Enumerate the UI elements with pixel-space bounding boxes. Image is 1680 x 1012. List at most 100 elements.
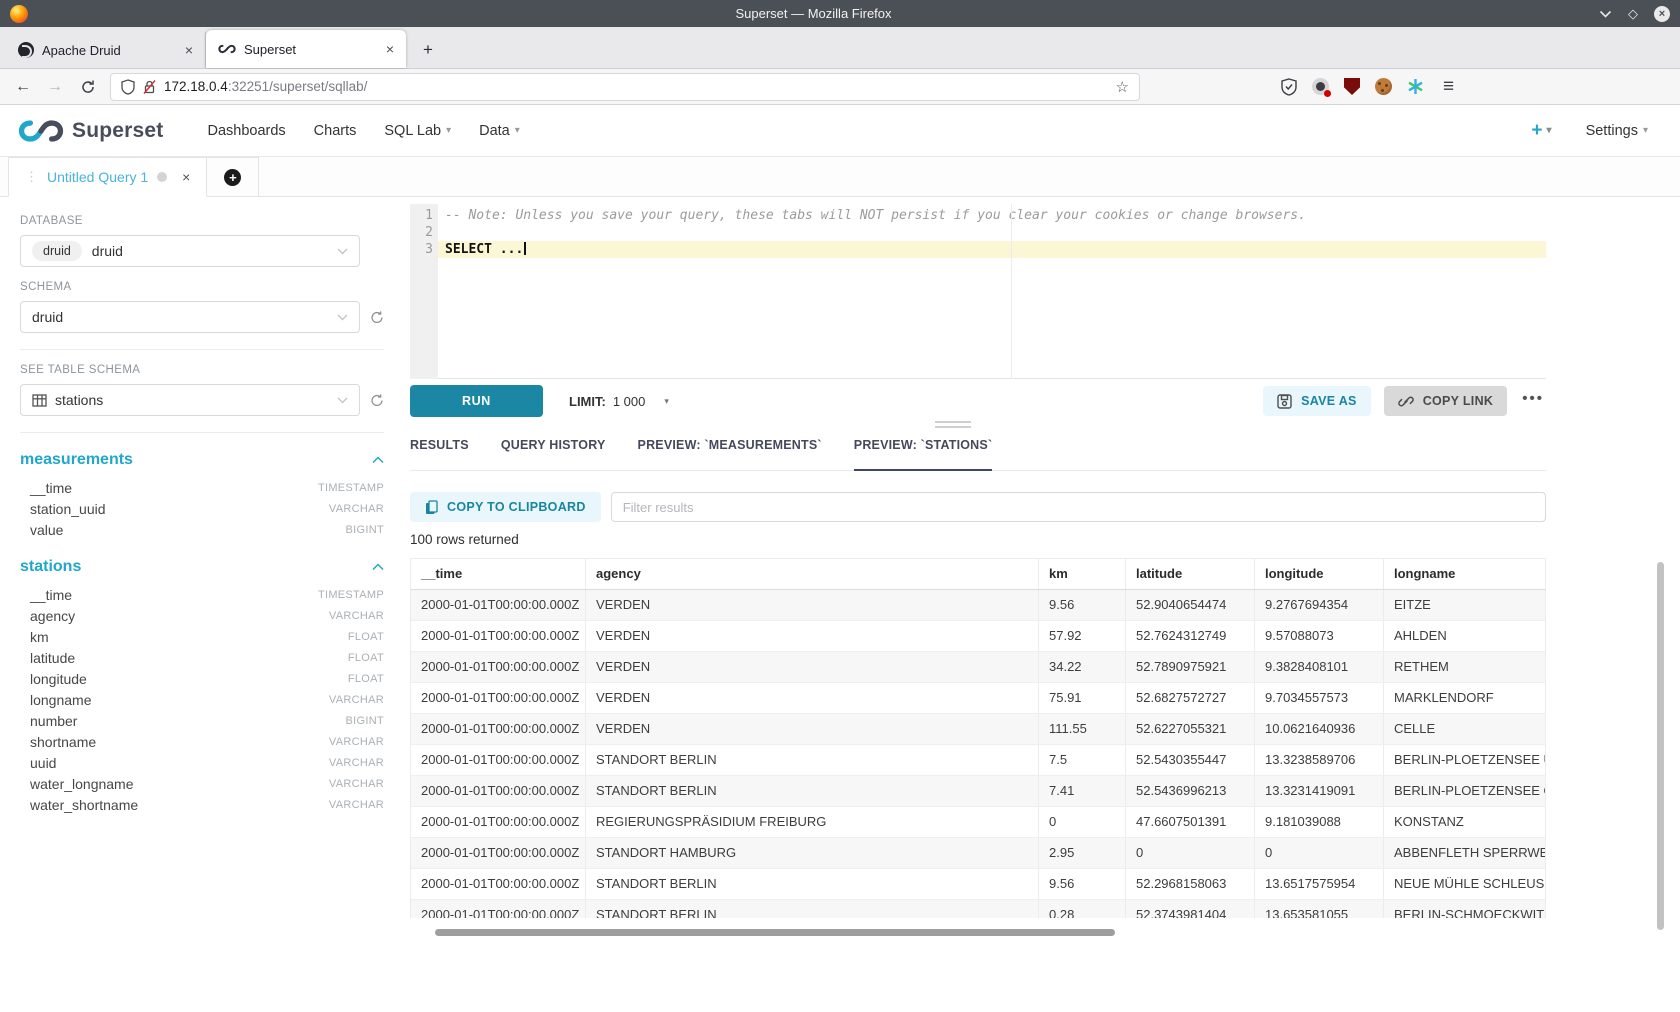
more-options-icon[interactable]: •••	[1520, 390, 1546, 413]
tab-close-icon[interactable]: ×	[185, 42, 193, 58]
refresh-schemas-icon[interactable]	[370, 309, 384, 326]
results-tabbar: RESULTS QUERY HISTORY PREVIEW: `MEASUREMEN…	[410, 438, 1546, 471]
nav-sql-lab[interactable]: SQL Lab▾	[384, 123, 451, 139]
header-cell[interactable]: longname	[1384, 559, 1546, 589]
editor-code-area[interactable]: -- Note: Unless you save your query, the…	[438, 204, 1546, 379]
header-cell[interactable]: __time	[411, 559, 586, 589]
column-type: TIMESTAMP	[318, 589, 384, 601]
query-tab-untitled-1[interactable]: ⋮ Untitled Query 1 ×	[8, 157, 207, 197]
window-close-icon[interactable]: ×	[1654, 6, 1670, 22]
table-cell: STANDORT BERLIN	[586, 745, 1039, 775]
new-tab-icon[interactable]: +	[416, 40, 440, 60]
table-cell: 52.9040654474	[1126, 590, 1255, 620]
schema-select[interactable]: druid	[20, 301, 360, 333]
table-select[interactable]: stations	[20, 384, 360, 416]
shield-check-icon[interactable]	[1281, 78, 1297, 96]
add-new-button[interactable]: +▾	[1531, 120, 1551, 142]
save-as-button[interactable]: SAVE AS	[1263, 386, 1371, 416]
superset-logo-icon	[18, 119, 64, 143]
results-tab-preview-measurements[interactable]: PREVIEW: `MEASUREMENTS`	[638, 438, 822, 470]
table-section-header[interactable]: measurements	[20, 451, 384, 469]
nav-dashboards[interactable]: Dashboards	[207, 123, 285, 139]
table-cell: 13.6517575954	[1255, 869, 1384, 899]
table-cell: 13.3238589706	[1255, 745, 1384, 775]
header-cell[interactable]: km	[1039, 559, 1126, 589]
filter-results-input[interactable]	[611, 492, 1546, 522]
ublock-extension-icon[interactable]	[1344, 78, 1360, 95]
results-tab-preview-stations[interactable]: PREVIEW: `STATIONS`	[854, 438, 993, 471]
menu-hamburger-icon[interactable]: ≡	[1443, 76, 1454, 98]
superset-navbar: Superset Dashboards Charts SQL Lab▾ Data…	[0, 105, 1680, 157]
table-cell: 10.0621640936	[1255, 714, 1384, 744]
window-title: Superset — Mozilla Firefox	[28, 6, 1599, 21]
editor-toolbar: RUN LIMIT: 1 000 ▾ SAVE AS COPY LINK	[410, 380, 1546, 422]
collapse-caret-up-icon[interactable]	[372, 456, 384, 464]
table-cell: NEUE MÜHLE SCHLEUSE OP	[1384, 869, 1546, 899]
drag-handle-icon[interactable]: ⋮	[25, 169, 38, 185]
nav-data[interactable]: Data▾	[479, 123, 520, 139]
table-section-stations: stations__timeTIMESTAMPagencyVARCHARkmFL…	[20, 558, 384, 815]
window-menu-chevron-icon[interactable]	[1599, 10, 1612, 18]
table-cell: BERLIN-PLOETZENSEE OP	[1384, 776, 1546, 806]
navbar-right: +▾ Settings▾	[1531, 120, 1662, 142]
window-maximize-icon[interactable]: ◇	[1628, 7, 1638, 20]
column-name: uuid	[30, 755, 56, 771]
url-bar[interactable]: 172.18.0.4:32251/superset/sqllab/ ☆	[110, 73, 1140, 101]
colorful-asterisk-extension-icon[interactable]	[1407, 78, 1424, 95]
column-name: water_shortname	[30, 797, 138, 813]
pane-resize-handle[interactable]	[410, 424, 1546, 427]
bookmark-star-icon[interactable]: ☆	[1116, 78, 1129, 96]
cookie-extension-icon[interactable]	[1375, 78, 1392, 95]
tab-close-icon[interactable]: ×	[386, 41, 394, 57]
table-cell: CELLE	[1384, 714, 1546, 744]
column-type: VARCHAR	[329, 736, 384, 748]
database-select[interactable]: druid druid	[20, 235, 360, 267]
nav-charts[interactable]: Charts	[314, 123, 357, 139]
column-type: FLOAT	[348, 673, 384, 685]
collapse-caret-up-icon[interactable]	[372, 563, 384, 571]
column-name: number	[30, 713, 77, 729]
table-cell: 0	[1039, 807, 1126, 837]
table-grid-icon	[32, 394, 47, 407]
results-tab-results[interactable]: RESULTS	[410, 438, 469, 470]
line-number: 1	[410, 207, 433, 224]
table-cell: 2000-01-01T00:00:00.000Z	[411, 621, 586, 651]
settings-menu[interactable]: Settings▾	[1586, 123, 1648, 139]
table-section-header[interactable]: stations	[20, 558, 384, 576]
header-cell[interactable]: agency	[586, 559, 1039, 589]
table-cell: 9.3828408101	[1255, 652, 1384, 682]
query-tab-close-icon[interactable]: ×	[182, 169, 190, 185]
header-cell[interactable]: latitude	[1126, 559, 1255, 589]
see-table-schema-label: SEE TABLE SCHEMA	[20, 364, 384, 376]
url-text[interactable]: 172.18.0.4:32251/superset/sqllab/	[164, 79, 1108, 94]
text-cursor	[524, 242, 526, 255]
browser-tab-apache-druid[interactable]: Apache Druid ×	[6, 32, 206, 68]
header-cell[interactable]: longitude	[1255, 559, 1384, 589]
tracking-shield-icon[interactable]	[121, 79, 135, 95]
run-button[interactable]: RUN	[410, 385, 543, 417]
vertical-scrollbar[interactable]	[1657, 562, 1664, 930]
sql-editor[interactable]: 123 -- Note: Unless you save your query,…	[410, 204, 1546, 379]
forward-icon[interactable]: →	[42, 78, 68, 96]
table-cell: 2000-01-01T00:00:00.000Z	[411, 590, 586, 620]
superset-brand[interactable]: Superset	[18, 119, 163, 143]
reload-icon[interactable]	[80, 79, 96, 95]
results-tab-query-history[interactable]: QUERY HISTORY	[501, 438, 606, 470]
browser-tab-superset[interactable]: Superset ×	[206, 30, 406, 68]
copy-link-button[interactable]: COPY LINK	[1384, 386, 1508, 416]
clipboard-icon	[425, 500, 438, 515]
mask-extension-icon[interactable]	[1312, 78, 1329, 95]
column-name: water_longname	[30, 776, 134, 792]
chevron-down-icon	[337, 314, 348, 321]
limit-dropdown[interactable]: LIMIT: 1 000 ▾	[569, 394, 669, 409]
add-query-tab[interactable]: +	[207, 157, 259, 197]
copy-to-clipboard-button[interactable]: COPY TO CLIPBOARD	[410, 492, 601, 522]
refresh-tables-icon[interactable]	[370, 392, 384, 409]
horizontal-scrollbar[interactable]	[435, 929, 1115, 936]
link-icon	[1398, 394, 1414, 409]
insecure-lock-icon[interactable]	[143, 79, 156, 95]
back-icon[interactable]: ←	[10, 78, 36, 96]
schema-sections: measurements__timeTIMESTAMPstation_uuidV…	[20, 451, 384, 815]
column-row: latitudeFLOAT	[20, 647, 384, 668]
column-type: VARCHAR	[329, 757, 384, 769]
